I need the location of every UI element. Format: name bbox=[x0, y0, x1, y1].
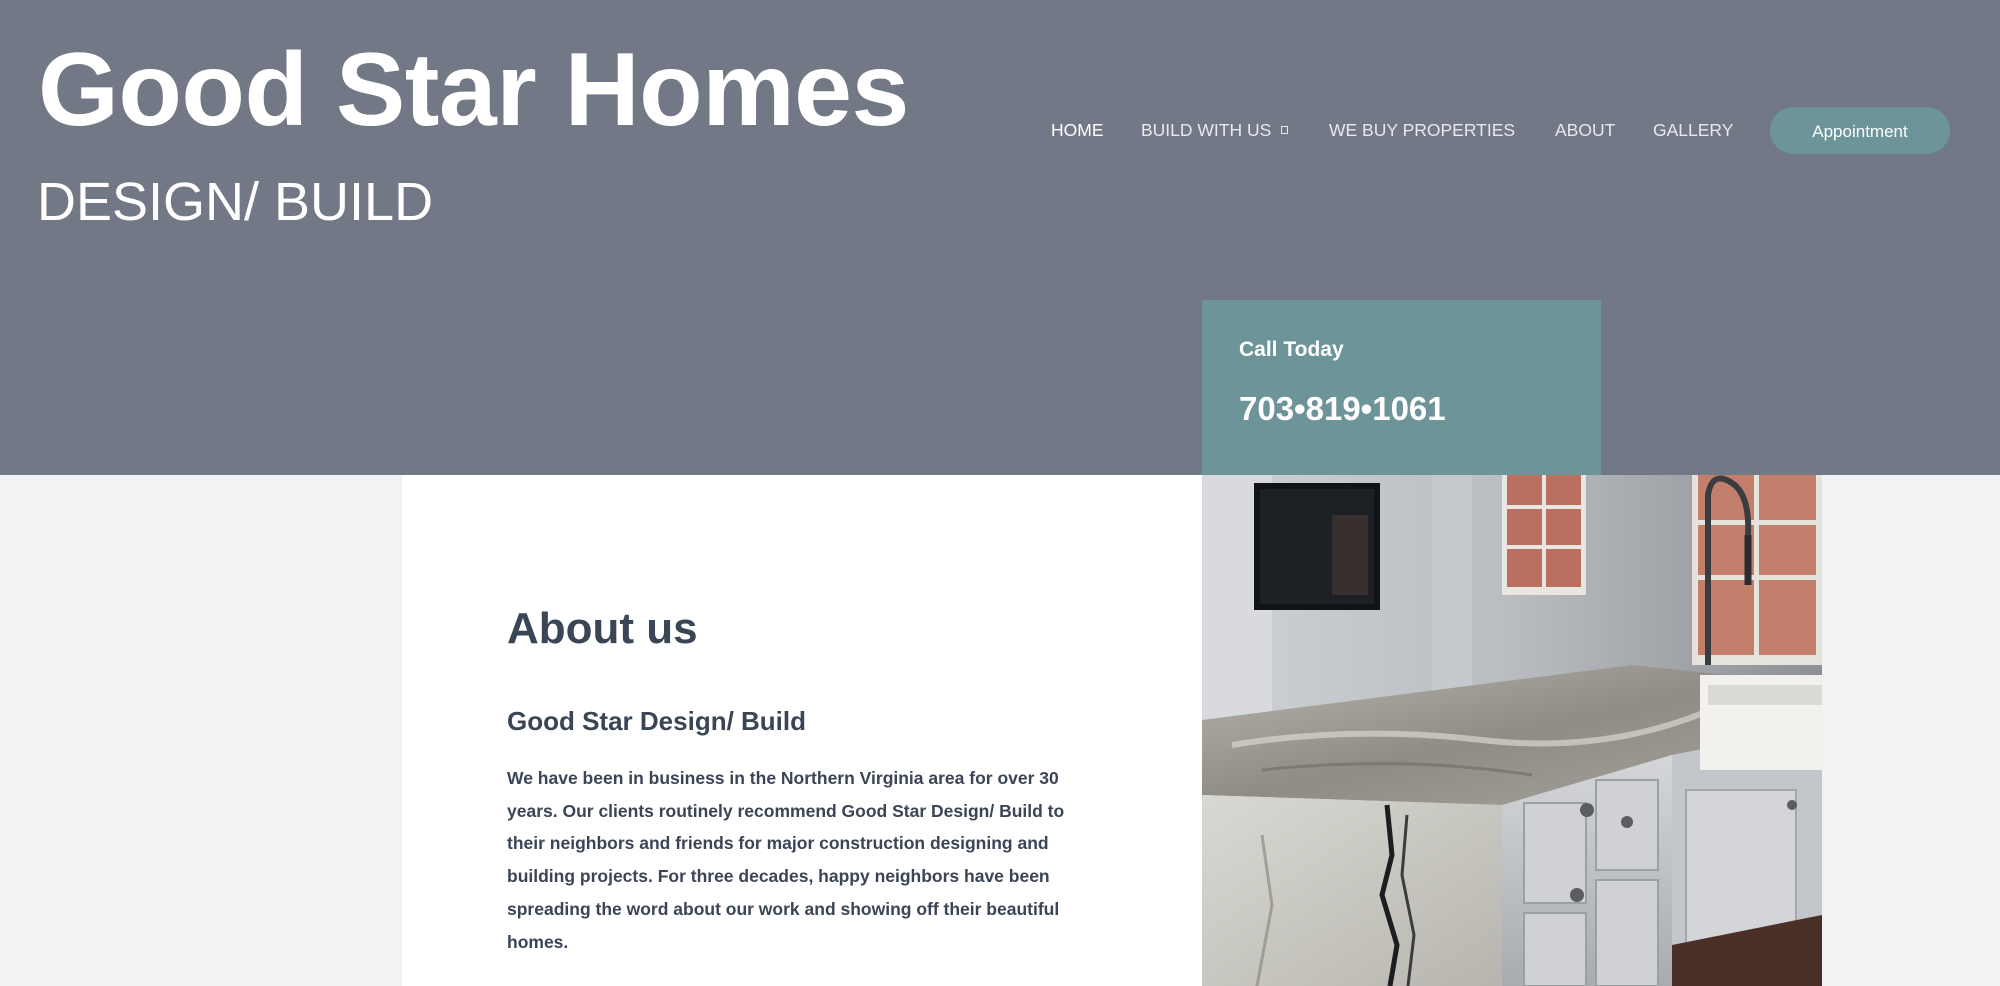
about-section: About us Good Star Design/ Build We have… bbox=[402, 475, 1202, 986]
nav-item-about[interactable]: ABOUT bbox=[1555, 107, 1615, 153]
nav-item-gallery[interactable]: GALLERY bbox=[1653, 107, 1733, 153]
about-heading: About us bbox=[507, 604, 698, 653]
phone-number-link[interactable]: 703•819•1061 bbox=[1239, 390, 1446, 428]
chevron-down-icon bbox=[1281, 126, 1289, 135]
nav-item-we-buy-properties[interactable]: WE BUY PROPERTIES bbox=[1329, 107, 1515, 153]
call-today-label: Call Today bbox=[1239, 338, 1344, 361]
nav-item-label: GALLERY bbox=[1653, 120, 1734, 140]
kitchen-photo bbox=[1202, 475, 1822, 986]
nav-item-label: BUILD WITH US bbox=[1141, 120, 1272, 140]
main-nav: HOME BUILD WITH US WE BUY PROPERTIES ABO… bbox=[0, 107, 2000, 153]
site-header: Good Star Homes DESIGN/ BUILD HOME BUILD… bbox=[0, 0, 2000, 475]
nav-item-label: WE BUY PROPERTIES bbox=[1329, 120, 1516, 140]
site-tagline: DESIGN/ BUILD bbox=[37, 172, 434, 232]
about-subheading: Good Star Design/ Build bbox=[507, 706, 807, 736]
nav-item-build-with-us[interactable]: BUILD WITH US bbox=[1141, 107, 1289, 153]
appointment-button[interactable]: Appointment bbox=[1770, 107, 1950, 154]
about-body-text: We have been in business in the Northern… bbox=[507, 768, 1065, 952]
nav-item-label: HOME bbox=[1051, 120, 1104, 140]
nav-item-label: ABOUT bbox=[1555, 120, 1616, 140]
nav-item-home[interactable]: HOME bbox=[1051, 107, 1104, 153]
call-today-box: Call Today 703•819•1061 bbox=[1202, 300, 1601, 475]
